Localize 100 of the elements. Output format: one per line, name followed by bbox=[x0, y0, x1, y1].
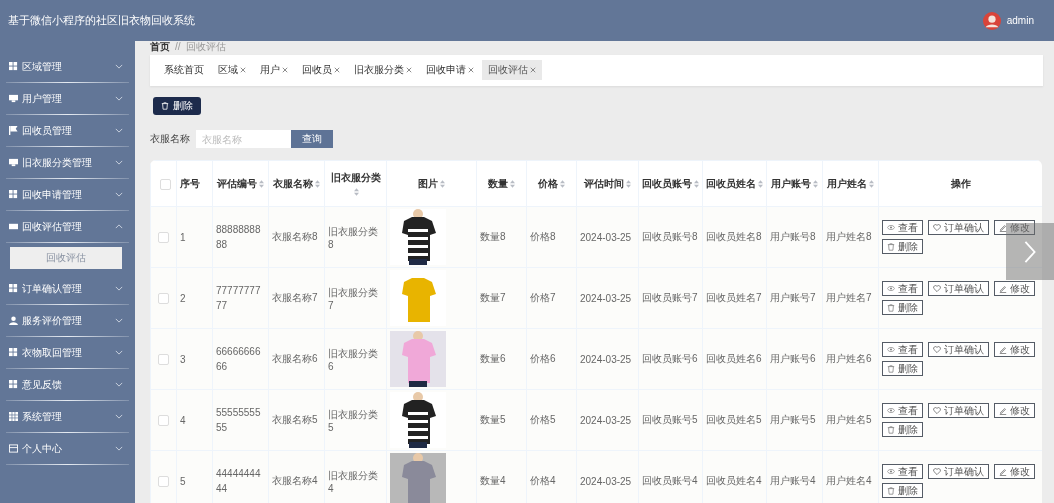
sidebar-item[interactable]: 系统管理 bbox=[0, 401, 135, 432]
table-cell: 4 bbox=[180, 414, 186, 426]
confirm-button[interactable]: 订单确认 bbox=[928, 281, 989, 297]
query-button[interactable]: 查询 bbox=[291, 130, 333, 149]
delete-button[interactable]: 删除 bbox=[153, 96, 201, 116]
pencil-icon bbox=[999, 345, 1007, 354]
close-icon[interactable] bbox=[468, 67, 474, 74]
sort-icon[interactable] bbox=[694, 180, 699, 189]
close-icon[interactable] bbox=[530, 67, 536, 74]
sort-icon[interactable] bbox=[315, 180, 320, 189]
user-name[interactable]: admin bbox=[1006, 15, 1034, 26]
column-header: 图片 bbox=[386, 160, 477, 207]
table-cell: 用户姓名8 bbox=[826, 231, 872, 243]
table-cell: 回收员姓名6 bbox=[706, 353, 762, 365]
tab[interactable]: 系统首页 bbox=[158, 60, 210, 81]
table-cell: 用户账号8 bbox=[770, 231, 816, 243]
view-button[interactable]: 查看 bbox=[882, 220, 923, 236]
table-cell: 1 bbox=[180, 231, 186, 243]
table-cell: 回收员姓名7 bbox=[706, 292, 762, 304]
sidebar-item[interactable]: 意见反馈 bbox=[0, 369, 135, 400]
tab[interactable]: 旧衣服分类 bbox=[348, 60, 418, 81]
sort-icon[interactable] bbox=[510, 180, 515, 189]
table-cell: 旧衣服分类6 bbox=[328, 347, 378, 372]
tab[interactable]: 区域 bbox=[212, 60, 252, 81]
table-cell: 用户姓名7 bbox=[826, 292, 872, 304]
sort-icon[interactable] bbox=[869, 180, 874, 189]
edit-button[interactable]: 修改 bbox=[994, 403, 1035, 419]
pencil-icon bbox=[999, 406, 1007, 415]
column-header: 数量 bbox=[476, 160, 527, 207]
column-header: 评估时间 bbox=[576, 160, 639, 207]
table-cell: 2 bbox=[180, 292, 186, 304]
confirm-button[interactable]: 订单确认 bbox=[928, 464, 989, 480]
row-checkbox[interactable] bbox=[158, 476, 169, 488]
table-cell: 2024-03-25 bbox=[580, 292, 632, 304]
table-cell: 衣服名称6 bbox=[272, 353, 318, 365]
sort-icon[interactable] bbox=[440, 180, 445, 189]
edit-button[interactable]: 修改 bbox=[994, 464, 1035, 480]
table-cell: 3 bbox=[180, 353, 186, 365]
sidebar-item[interactable]: 区域管理 bbox=[0, 51, 135, 82]
sidebar-item[interactable]: 个人中心 bbox=[0, 433, 135, 464]
table-cell: 8888888888 bbox=[216, 224, 261, 251]
close-icon[interactable] bbox=[240, 67, 246, 74]
tab[interactable]: 回收评估 bbox=[482, 60, 542, 81]
view-button[interactable]: 查看 bbox=[882, 403, 923, 419]
delete-button[interactable]: 删除 bbox=[882, 483, 923, 499]
delete-button[interactable]: 删除 bbox=[882, 361, 923, 377]
view-button[interactable]: 查看 bbox=[882, 281, 923, 297]
grid-icon bbox=[9, 348, 18, 357]
grid-icon bbox=[9, 62, 18, 71]
table-cell: 用户账号5 bbox=[770, 414, 816, 426]
sort-icon[interactable] bbox=[758, 180, 763, 189]
row-checkbox[interactable] bbox=[158, 232, 169, 244]
column-header: 用户账号 bbox=[766, 160, 823, 207]
delete-button[interactable]: 删除 bbox=[882, 239, 923, 255]
breadcrumb-item: 回收评估 bbox=[185, 41, 226, 53]
sidebar-item[interactable]: 回收评估管理 bbox=[0, 211, 135, 242]
chevron-icon bbox=[115, 128, 123, 133]
confirm-button[interactable]: 订单确认 bbox=[928, 220, 989, 236]
delete-button[interactable]: 删除 bbox=[882, 300, 923, 316]
column-header: 回收员账号 bbox=[638, 160, 703, 207]
confirm-button[interactable]: 订单确认 bbox=[928, 342, 989, 358]
view-button[interactable]: 查看 bbox=[882, 464, 923, 480]
close-icon[interactable] bbox=[282, 67, 288, 74]
app-title: 基于微信小程序的社区旧衣物回收系统 bbox=[8, 13, 195, 28]
sidebar-item[interactable]: 衣物取回管理 bbox=[0, 337, 135, 368]
tab[interactable]: 回收申请 bbox=[420, 60, 480, 81]
select-all-checkbox[interactable] bbox=[160, 178, 171, 190]
table-cell: 衣服名称4 bbox=[272, 475, 318, 487]
next-arrow-button[interactable] bbox=[1006, 223, 1054, 280]
close-icon[interactable] bbox=[334, 67, 340, 74]
sidebar-item[interactable]: 用户管理 bbox=[0, 83, 135, 114]
table-cell: 价格6 bbox=[530, 353, 556, 365]
edit-button[interactable]: 修改 bbox=[994, 342, 1035, 358]
tab[interactable]: 回收员 bbox=[296, 60, 346, 81]
wallet-icon bbox=[9, 444, 18, 453]
sidebar-item[interactable]: 服务评价管理 bbox=[0, 305, 135, 336]
avatar-icon[interactable] bbox=[982, 11, 1001, 30]
close-icon[interactable] bbox=[406, 67, 412, 74]
breadcrumb-item[interactable]: 首页 bbox=[150, 41, 170, 53]
sort-icon[interactable] bbox=[354, 187, 359, 196]
chevron-icon bbox=[115, 224, 123, 229]
sort-icon[interactable] bbox=[560, 180, 565, 189]
sidebar-item[interactable]: 旧衣服分类管理 bbox=[0, 147, 135, 178]
edit-button[interactable]: 修改 bbox=[994, 281, 1035, 297]
search-field[interactable]: 衣服名称 bbox=[196, 130, 291, 149]
heart-icon bbox=[933, 346, 941, 354]
sort-icon[interactable] bbox=[626, 180, 631, 189]
sidebar-item[interactable]: 回收员管理 bbox=[0, 115, 135, 146]
row-checkbox[interactable] bbox=[158, 415, 169, 427]
sort-icon[interactable] bbox=[259, 180, 264, 189]
sidebar-item[interactable]: 订单确认管理 bbox=[0, 273, 135, 304]
view-button[interactable]: 查看 bbox=[882, 342, 923, 358]
delete-button[interactable]: 删除 bbox=[882, 422, 923, 438]
row-checkbox[interactable] bbox=[158, 354, 169, 366]
sort-icon[interactable] bbox=[813, 180, 818, 189]
trash-icon bbox=[887, 486, 895, 495]
row-checkbox[interactable] bbox=[158, 293, 169, 305]
confirm-button[interactable]: 订单确认 bbox=[928, 403, 989, 419]
sidebar-item[interactable]: 回收申请管理 bbox=[0, 179, 135, 210]
tab[interactable]: 用户 bbox=[254, 60, 294, 81]
